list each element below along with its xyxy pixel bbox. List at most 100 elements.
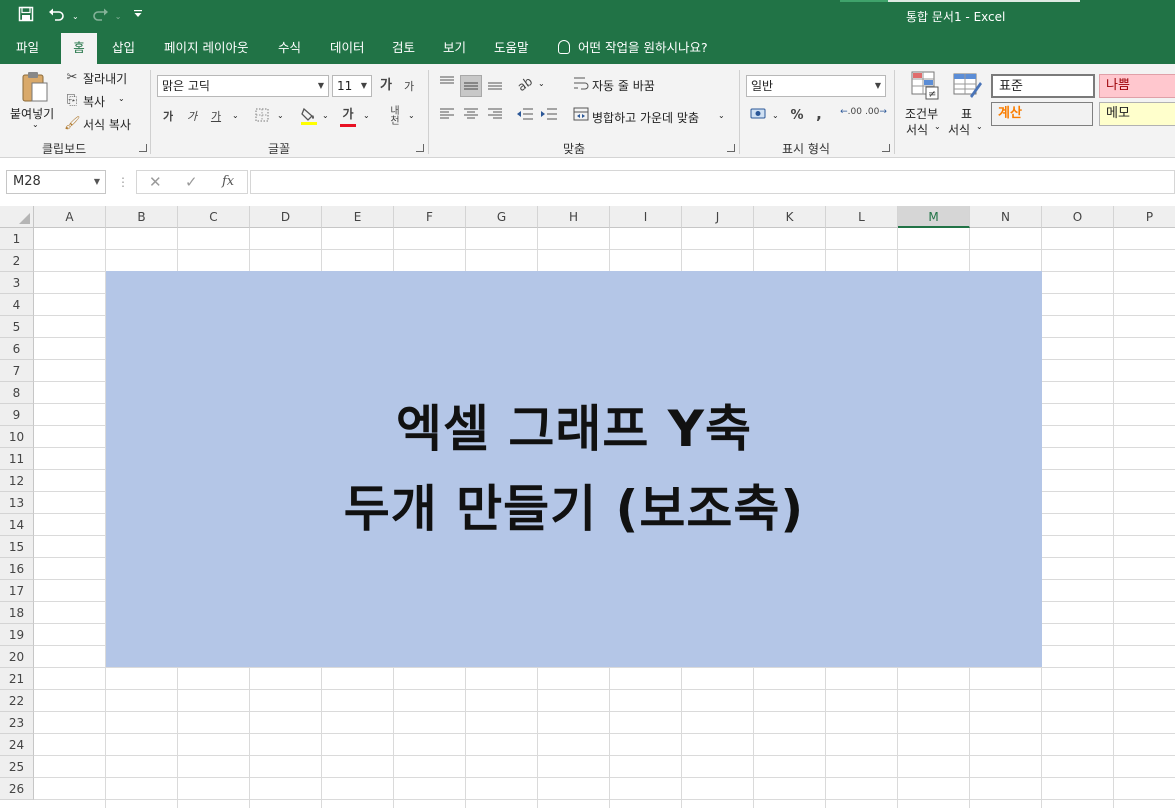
column-header-b[interactable]: B — [106, 206, 178, 228]
align-center-icon[interactable] — [462, 107, 480, 127]
column-header-d[interactable]: D — [250, 206, 322, 228]
column-header-a[interactable]: A — [34, 206, 106, 228]
font-launcher-icon[interactable] — [416, 144, 424, 152]
tell-me-search[interactable]: 어떤 작업을 원하시나요? — [552, 33, 714, 64]
bold-button[interactable]: 가 — [161, 108, 175, 126]
row-header-1[interactable]: 1 — [0, 228, 34, 250]
column-header-e[interactable]: E — [322, 206, 394, 228]
name-box[interactable]: M28 ▼ — [6, 170, 106, 194]
column-header-m[interactable]: M — [898, 206, 970, 228]
clipboard-launcher-icon[interactable] — [139, 144, 147, 152]
align-right-icon[interactable] — [486, 107, 504, 127]
row-header-8[interactable]: 8 — [0, 382, 34, 404]
row-header-5[interactable]: 5 — [0, 316, 34, 338]
row-header-2[interactable]: 2 — [0, 250, 34, 272]
format-as-table-dropdown-icon[interactable]: ⌄ — [976, 122, 983, 131]
number-launcher-icon[interactable] — [882, 144, 890, 152]
row-header-17[interactable]: 17 — [0, 580, 34, 602]
tab-help[interactable]: 도움말 — [488, 33, 535, 64]
row-header-16[interactable]: 16 — [0, 558, 34, 580]
column-header-h[interactable]: H — [538, 206, 610, 228]
fill-color-dropdown-icon[interactable]: ⌄ — [322, 111, 329, 120]
row-header-9[interactable]: 9 — [0, 404, 34, 426]
wrap-text-icon[interactable] — [572, 75, 590, 97]
style-calculation[interactable]: 계산 — [991, 102, 1093, 126]
title-banner[interactable]: 엑셀 그래프 Y축 두개 만들기 (보조축) — [106, 271, 1042, 667]
row-header-14[interactable]: 14 — [0, 514, 34, 536]
accounting-dropdown-icon[interactable]: ⌄ — [772, 111, 779, 120]
number-format-select[interactable]: 일반 ▼ — [746, 75, 886, 97]
row-header-19[interactable]: 19 — [0, 624, 34, 646]
row-header-23[interactable]: 23 — [0, 712, 34, 734]
row-header-10[interactable]: 10 — [0, 426, 34, 448]
row-header-22[interactable]: 22 — [0, 690, 34, 712]
column-header-k[interactable]: K — [754, 206, 826, 228]
font-name-select[interactable]: 맑은 고딕 ▼ — [157, 75, 329, 97]
font-size-select[interactable]: 11 ▼ — [332, 75, 372, 97]
align-top-icon[interactable] — [438, 75, 456, 95]
conditional-formatting-icon[interactable]: ≠ — [910, 70, 940, 100]
row-header-25[interactable]: 25 — [0, 756, 34, 778]
decrease-indent-icon[interactable] — [516, 107, 534, 127]
row-header-26[interactable]: 26 — [0, 778, 34, 800]
increase-indent-icon[interactable] — [540, 107, 558, 127]
row-header-18[interactable]: 18 — [0, 602, 34, 624]
confirm-entry-icon[interactable]: ✓ — [185, 173, 198, 191]
border-dropdown-icon[interactable]: ⌄ — [277, 111, 284, 120]
column-header-j[interactable]: J — [682, 206, 754, 228]
wrap-text-button[interactable]: 자동 줄 바꿈 — [592, 77, 655, 94]
format-painter-button[interactable]: 서식 복사 — [83, 116, 131, 133]
conditional-formatting-line1[interactable]: 조건부 — [905, 105, 938, 122]
conditional-formatting-dropdown-icon[interactable]: ⌄ — [934, 122, 941, 131]
format-as-table-line2[interactable]: 서식 — [948, 121, 970, 138]
paste-icon[interactable] — [20, 70, 50, 104]
style-normal[interactable]: 표준 — [991, 74, 1095, 98]
undo-icon[interactable] — [48, 6, 66, 28]
style-note[interactable]: 메모 — [1099, 102, 1175, 126]
accounting-format-icon[interactable] — [750, 107, 768, 127]
row-header-6[interactable]: 6 — [0, 338, 34, 360]
tab-insert[interactable]: 삽입 — [106, 33, 141, 64]
row-header-21[interactable]: 21 — [0, 668, 34, 690]
italic-button[interactable]: 가 — [185, 108, 199, 126]
merge-center-icon[interactable] — [572, 107, 590, 127]
copy-button[interactable]: 복사 — [83, 93, 105, 110]
column-header-o[interactable]: O — [1042, 206, 1114, 228]
merge-center-dropdown-icon[interactable]: ⌄ — [718, 111, 725, 120]
column-header-i[interactable]: I — [610, 206, 682, 228]
align-bottom-icon[interactable] — [486, 77, 504, 97]
style-bad[interactable]: 나쁨 — [1099, 74, 1175, 98]
row-header-24[interactable]: 24 — [0, 734, 34, 756]
undo-dropdown-icon[interactable]: ⌄ — [72, 7, 79, 27]
alignment-launcher-icon[interactable] — [727, 144, 735, 152]
row-header-4[interactable]: 4 — [0, 294, 34, 316]
insert-function-icon[interactable]: fx — [222, 174, 234, 189]
row-header-20[interactable]: 20 — [0, 646, 34, 668]
row-header-13[interactable]: 13 — [0, 492, 34, 514]
font-color-dropdown-icon[interactable]: ⌄ — [363, 111, 370, 120]
orientation-dropdown-icon[interactable]: ⌄ — [538, 79, 545, 88]
copy-icon[interactable]: ⎘ — [64, 92, 80, 110]
tab-view[interactable]: 보기 — [437, 33, 472, 64]
percent-button[interactable]: % — [788, 107, 806, 125]
tab-formulas[interactable]: 수식 — [272, 33, 307, 64]
tab-file[interactable]: 파일 — [10, 33, 45, 64]
underline-button[interactable]: 가 — [209, 108, 223, 126]
formula-bar-grip-icon[interactable]: ⋮ — [117, 175, 129, 189]
tab-page-layout[interactable]: 페이지 레이아웃 — [158, 33, 254, 64]
redo-dropdown-icon[interactable]: ⌄ — [115, 7, 122, 27]
cut-button[interactable]: 잘라내기 — [83, 70, 127, 87]
underline-dropdown-icon[interactable]: ⌄ — [232, 111, 239, 120]
conditional-formatting-line2[interactable]: 서식 — [906, 121, 928, 138]
column-header-n[interactable]: N — [970, 206, 1042, 228]
format-painter-icon[interactable]: 🖌 — [64, 115, 81, 133]
decrease-decimal-button[interactable]: .00→ — [865, 108, 887, 117]
row-header-12[interactable]: 12 — [0, 470, 34, 492]
paste-dropdown-icon[interactable]: ⌄ — [32, 120, 39, 129]
copy-dropdown-icon[interactable]: ⌄ — [118, 94, 125, 103]
tab-review[interactable]: 검토 — [386, 33, 421, 64]
increase-decimal-button[interactable]: ←.00 — [840, 108, 862, 117]
grow-font-button[interactable]: 가 — [378, 77, 394, 95]
comma-button[interactable]: , — [812, 105, 826, 123]
select-all-button[interactable] — [0, 206, 34, 228]
